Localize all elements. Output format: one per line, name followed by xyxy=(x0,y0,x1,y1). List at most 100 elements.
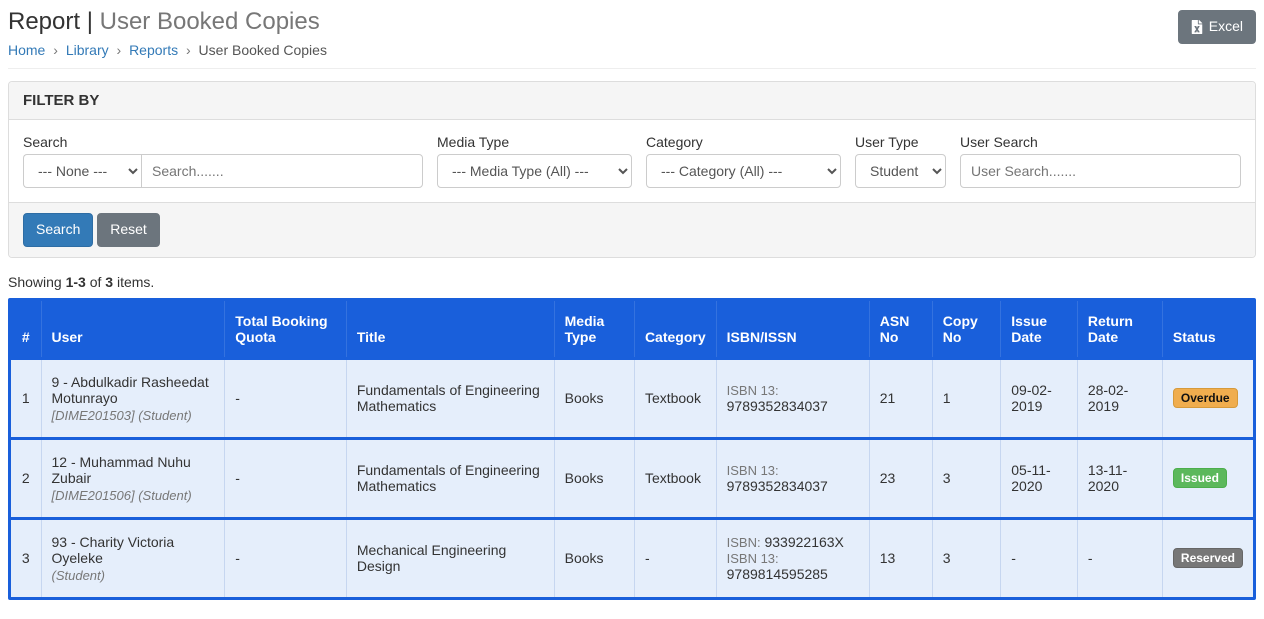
col-asn[interactable]: ASN No xyxy=(869,301,932,359)
breadcrumb-reports[interactable]: Reports xyxy=(129,42,178,58)
search-label: Search xyxy=(23,134,423,150)
cell-status: Overdue xyxy=(1162,358,1253,438)
breadcrumb-sep: › xyxy=(53,42,58,58)
col-category[interactable]: Category xyxy=(634,301,716,359)
isbn-line: ISBN: 933922163X xyxy=(727,534,859,550)
reset-button[interactable]: Reset xyxy=(97,213,160,247)
status-badge: Reserved xyxy=(1173,548,1243,568)
table-row: 3 93 - Charity Victoria Oyeleke (Student… xyxy=(11,518,1253,597)
filter-heading: FILTER BY xyxy=(23,92,1241,109)
col-idx[interactable]: # xyxy=(11,301,41,359)
cell-title: Fundamentals of Engineering Mathematics xyxy=(346,358,554,438)
cell-quota: - xyxy=(225,518,347,597)
cell-isbn: ISBN 13: 9789352834037 xyxy=(716,438,869,518)
user-name: 12 - Muhammad Nuhu Zubair xyxy=(52,454,215,486)
filter-panel-heading: FILTER BY xyxy=(9,82,1255,120)
col-title[interactable]: Title xyxy=(346,301,554,359)
cell-status: Reserved xyxy=(1162,518,1253,597)
cell-copy: 3 xyxy=(932,438,1000,518)
cell-return: 13-11-2020 xyxy=(1077,438,1162,518)
category-select[interactable]: --- Category (All) --- xyxy=(646,154,841,188)
cell-category: Textbook xyxy=(634,358,716,438)
category-label: Category xyxy=(646,134,841,150)
user-search-input[interactable] xyxy=(960,154,1241,188)
cell-title: Fundamentals of Engineering Mathematics xyxy=(346,438,554,518)
export-excel-button[interactable]: Excel xyxy=(1178,10,1256,44)
col-isbn[interactable]: ISBN/ISSN xyxy=(716,301,869,359)
page-title: Report | User Booked Copies xyxy=(8,8,327,36)
cell-isbn: ISBN 13: 9789352834037 xyxy=(716,358,869,438)
media-type-label: Media Type xyxy=(437,134,632,150)
isbn13-line: ISBN 13: 9789814595285 xyxy=(727,550,859,582)
isbn13-line: ISBN 13: 9789352834037 xyxy=(727,382,859,414)
user-search-label: User Search xyxy=(960,134,1241,150)
search-input[interactable] xyxy=(141,154,423,188)
page-title-sub: User Booked Copies xyxy=(100,8,320,35)
cell-issue: 09-02-2019 xyxy=(1001,358,1078,438)
col-user[interactable]: User xyxy=(41,301,225,359)
isbn13-label: ISBN 13: xyxy=(727,551,779,566)
isbn-label: ISBN: xyxy=(727,535,761,550)
cell-isbn: ISBN: 933922163X ISBN 13: 9789814595285 xyxy=(716,518,869,597)
cell-asn: 23 xyxy=(869,438,932,518)
status-badge: Issued xyxy=(1173,468,1227,488)
breadcrumb: Home › Library › Reports › User Booked C… xyxy=(8,40,327,68)
cell-category: Textbook xyxy=(634,438,716,518)
col-copy[interactable]: Copy No xyxy=(932,301,1000,359)
user-meta: (Student) xyxy=(52,568,215,583)
cell-copy: 3 xyxy=(932,518,1000,597)
cell-idx: 3 xyxy=(11,518,41,597)
user-meta: [DIME201503] (Student) xyxy=(52,408,215,423)
cell-quota: - xyxy=(225,438,347,518)
col-status[interactable]: Status xyxy=(1162,301,1253,359)
cell-idx: 2 xyxy=(11,438,41,518)
col-issue[interactable]: Issue Date xyxy=(1001,301,1078,359)
breadcrumb-library[interactable]: Library xyxy=(66,42,109,58)
user-name: 93 - Charity Victoria Oyeleke xyxy=(52,534,215,566)
cell-asn: 21 xyxy=(869,358,932,438)
breadcrumb-sep: › xyxy=(117,42,122,58)
table-row: 2 12 - Muhammad Nuhu Zubair [DIME201506]… xyxy=(11,438,1253,518)
table-row: 1 9 - Abdulkadir Rasheedat Motunrayo [DI… xyxy=(11,358,1253,438)
excel-icon xyxy=(1191,20,1203,34)
col-media-type[interactable]: Media Type xyxy=(554,301,634,359)
results-summary: Showing 1-3 of 3 items. xyxy=(8,274,1256,290)
user-type-select[interactable]: Student xyxy=(855,154,946,188)
breadcrumb-sep: › xyxy=(186,42,191,58)
isbn13-label: ISBN 13: xyxy=(727,383,779,398)
breadcrumb-home[interactable]: Home xyxy=(8,42,45,58)
cell-quota: - xyxy=(225,358,347,438)
cell-issue: 05-11-2020 xyxy=(1001,438,1078,518)
cell-status: Issued xyxy=(1162,438,1253,518)
results-grid: # User Total Booking Quota Title Media T… xyxy=(8,298,1256,600)
cell-media-type: Books xyxy=(554,518,634,597)
search-by-select[interactable]: --- None --- xyxy=(23,154,141,188)
cell-issue: - xyxy=(1001,518,1078,597)
cell-return: - xyxy=(1077,518,1162,597)
isbn13-line: ISBN 13: 9789352834037 xyxy=(727,462,859,494)
export-excel-label: Excel xyxy=(1209,17,1243,37)
cell-user: 9 - Abdulkadir Rasheedat Motunrayo [DIME… xyxy=(41,358,225,438)
media-type-select[interactable]: --- Media Type (All) --- xyxy=(437,154,632,188)
user-meta: [DIME201506] (Student) xyxy=(52,488,215,503)
user-name: 9 - Abdulkadir Rasheedat Motunrayo xyxy=(52,374,215,406)
col-return[interactable]: Return Date xyxy=(1077,301,1162,359)
cell-title: Mechanical Engineering Design xyxy=(346,518,554,597)
page-title-main: Report xyxy=(8,8,80,35)
cell-user: 93 - Charity Victoria Oyeleke (Student) xyxy=(41,518,225,597)
cell-media-type: Books xyxy=(554,438,634,518)
isbn13-label: ISBN 13: xyxy=(727,463,779,478)
cell-idx: 1 xyxy=(11,358,41,438)
cell-copy: 1 xyxy=(932,358,1000,438)
page-title-sep: | xyxy=(80,8,100,35)
cell-category: - xyxy=(634,518,716,597)
cell-media-type: Books xyxy=(554,358,634,438)
cell-return: 28-02-2019 xyxy=(1077,358,1162,438)
filter-panel: FILTER BY Search --- None --- Media Type… xyxy=(8,81,1256,258)
col-quota[interactable]: Total Booking Quota xyxy=(225,301,347,359)
user-type-label: User Type xyxy=(855,134,946,150)
cell-user: 12 - Muhammad Nuhu Zubair [DIME201506] (… xyxy=(41,438,225,518)
search-button[interactable]: Search xyxy=(23,213,93,247)
cell-asn: 13 xyxy=(869,518,932,597)
status-badge: Overdue xyxy=(1173,388,1238,408)
